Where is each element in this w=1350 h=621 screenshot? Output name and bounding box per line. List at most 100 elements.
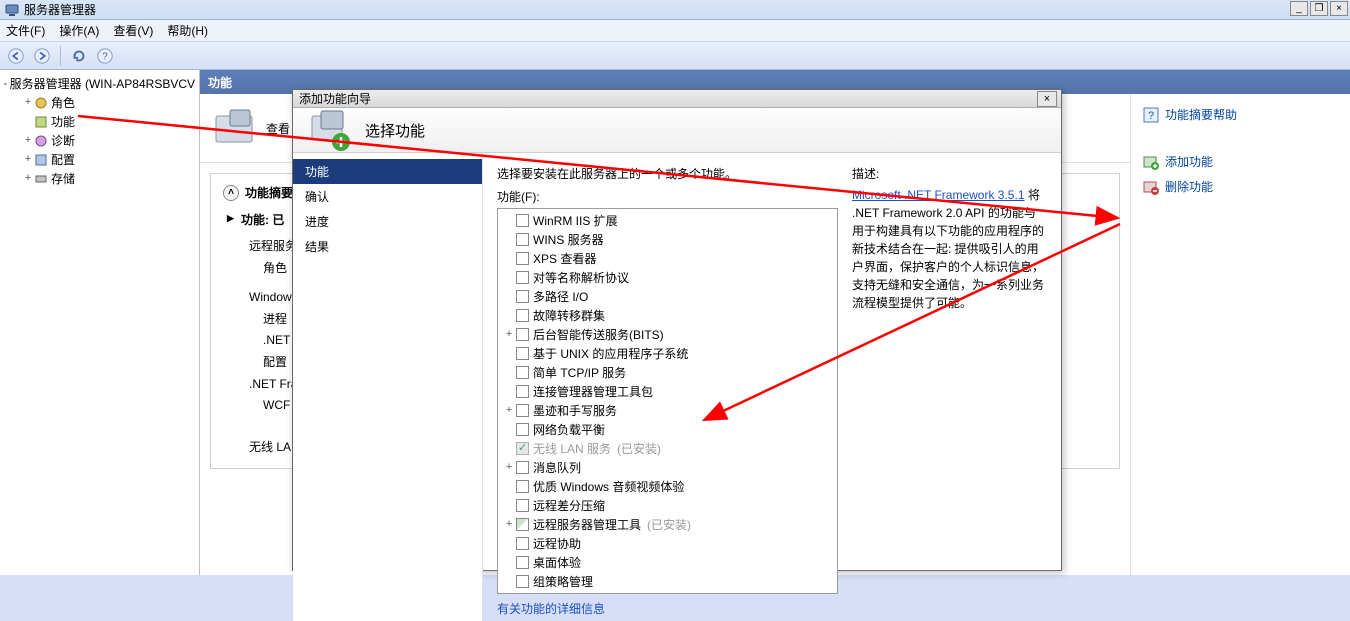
svg-text:?: ? xyxy=(1148,110,1154,122)
feature-checkbox[interactable] xyxy=(516,404,529,417)
feature-label: 墨迹和手写服务 xyxy=(533,402,617,419)
toolbar-separator xyxy=(60,46,61,66)
roles-icon xyxy=(34,96,48,110)
back-icon[interactable] xyxy=(6,46,26,66)
desc-label: 描述: xyxy=(852,165,1047,182)
feature-tree-item[interactable]: 连接管理器管理工具包 xyxy=(500,382,835,401)
close-window-button[interactable]: × xyxy=(1330,1,1348,16)
feature-tree-item[interactable]: 故障转移群集 xyxy=(500,306,835,325)
expand-toggle[interactable]: + xyxy=(502,329,516,341)
tree-root[interactable]: 服务器管理器 (WIN-AP84RSBVCV xyxy=(2,74,197,93)
feature-checkbox[interactable] xyxy=(516,423,529,436)
feature-checkbox[interactable] xyxy=(516,271,529,284)
help-square-icon: ? xyxy=(1143,107,1159,123)
feature-tree-item[interactable]: 网络负载平衡 xyxy=(500,420,835,439)
feature-label: 连接管理器管理工具包 xyxy=(533,383,653,400)
feature-checkbox[interactable] xyxy=(516,556,529,569)
wizard-instruction: 选择要安装在此服务器上的一个或多个功能。 xyxy=(497,165,838,182)
wizard-description: 描述: Microsoft .NET Framework 3.5.1 将 .NE… xyxy=(852,165,1047,617)
feature-tree-item[interactable]: 桌面体验 xyxy=(500,553,835,572)
tree-roles[interactable]: +角色 xyxy=(20,93,197,112)
config-icon xyxy=(34,153,48,167)
feature-tree-item[interactable]: +消息队列 xyxy=(500,458,835,477)
feature-checkbox[interactable] xyxy=(516,347,529,360)
menu-view[interactable]: 查看(V) xyxy=(113,22,153,39)
nav-tree[interactable]: 服务器管理器 (WIN-AP84RSBVCV +角色 功能 +诊断 +配置 +存… xyxy=(0,70,200,575)
feature-label: 对等名称解析协议 xyxy=(533,269,629,286)
feature-tree-item[interactable]: 基于 UNIX 的应用程序子系统 xyxy=(500,344,835,363)
tree-storage[interactable]: +存储 xyxy=(20,169,197,188)
tree-config[interactable]: +配置 xyxy=(20,150,197,169)
expand-toggle[interactable]: + xyxy=(502,405,516,417)
feature-tree-item[interactable]: + 墨迹和手写服务 xyxy=(500,401,835,420)
feature-checkbox[interactable] xyxy=(516,233,529,246)
refresh-icon[interactable] xyxy=(69,46,89,66)
feature-checkbox[interactable] xyxy=(516,214,529,227)
feature-tree-item[interactable]: 多路径 I/O xyxy=(500,287,835,306)
feature-checkbox[interactable] xyxy=(516,518,529,531)
feature-checkbox[interactable] xyxy=(516,366,529,379)
right-actions: ? 功能摘要帮助 添加功能 删除功能 xyxy=(1130,94,1350,575)
feature-tree-item[interactable]: 无线 LAN 服务(已安装) xyxy=(500,439,835,458)
wizard-nav-results[interactable]: 结果 xyxy=(293,234,482,259)
help-link[interactable]: ? 功能摘要帮助 xyxy=(1143,102,1338,127)
menu-file[interactable]: 文件(F) xyxy=(6,22,45,39)
restore-button[interactable]: ❐ xyxy=(1310,1,1328,16)
feature-tree-item[interactable]: 远程协助 xyxy=(500,534,835,553)
feature-checkbox[interactable] xyxy=(516,252,529,265)
more-features-link[interactable]: 有关功能的详细信息 xyxy=(497,600,838,617)
remove-icon xyxy=(1143,179,1159,195)
feature-label: 远程协助 xyxy=(533,535,581,552)
desc-link[interactable]: Microsoft .NET Framework 3.5.1 xyxy=(852,188,1025,202)
feature-checkbox[interactable] xyxy=(516,480,529,493)
tree-diagnostics[interactable]: +诊断 xyxy=(20,131,197,150)
feature-tree[interactable]: WinRM IIS 扩展WINS 服务器XPS 查看器对等名称解析协议多路径 I… xyxy=(497,208,838,594)
wizard-title: 添加功能向导 xyxy=(299,90,371,107)
menu-help[interactable]: 帮助(H) xyxy=(167,22,208,39)
wizard-header: 选择功能 xyxy=(293,108,1061,153)
add-features-wizard: 添加功能向导 × 选择功能 功能 确认 进度 结果 选择要安装在此服务器上的一个… xyxy=(292,89,1062,571)
feature-tree-item[interactable]: WINS 服务器 xyxy=(500,230,835,249)
feature-label: 远程服务器管理工具 xyxy=(533,516,641,533)
remove-features-link[interactable]: 删除功能 xyxy=(1143,174,1338,199)
feature-checkbox[interactable] xyxy=(516,328,529,341)
feature-label: 简单 TCP/IP 服务 xyxy=(533,364,626,381)
wizard-nav-confirm[interactable]: 确认 xyxy=(293,184,482,209)
feature-checkbox[interactable] xyxy=(516,499,529,512)
feature-checkbox[interactable] xyxy=(516,290,529,303)
tree-features[interactable]: 功能 xyxy=(20,112,197,131)
feature-tree-item[interactable]: 简单 TCP/IP 服务 xyxy=(500,363,835,382)
search-label: 查看 xyxy=(266,120,290,137)
expand-toggle[interactable]: + xyxy=(502,519,516,531)
feature-checkbox[interactable] xyxy=(516,575,529,588)
menubar: 文件(F) 操作(A) 查看(V) 帮助(H) xyxy=(0,20,1350,42)
feature-checkbox[interactable] xyxy=(516,537,529,550)
minimize-button[interactable]: _ xyxy=(1290,1,1308,16)
feature-tree-item[interactable]: 优质 Windows 音频视频体验 xyxy=(500,477,835,496)
feature-checkbox[interactable] xyxy=(516,461,529,474)
feature-tree-item[interactable]: +远程服务器管理工具(已安装) xyxy=(500,515,835,534)
wizard-titlebar[interactable]: 添加功能向导 × xyxy=(293,90,1061,108)
add-icon xyxy=(1143,154,1159,170)
server-manager-icon xyxy=(4,2,20,18)
installed-badge: (已安装) xyxy=(617,440,661,457)
menu-action[interactable]: 操作(A) xyxy=(59,22,99,39)
feature-checkbox[interactable] xyxy=(516,309,529,322)
feature-tree-item[interactable]: 远程差分压缩 xyxy=(500,496,835,515)
feature-tree-item[interactable]: 对等名称解析协议 xyxy=(500,268,835,287)
feature-label: WinRM IIS 扩展 xyxy=(533,212,618,229)
forward-icon[interactable] xyxy=(32,46,52,66)
feature-tree-item[interactable]: XPS 查看器 xyxy=(500,249,835,268)
feature-checkbox[interactable] xyxy=(516,385,529,398)
collapse-icon[interactable]: ˄ xyxy=(223,185,239,201)
expand-toggle[interactable]: + xyxy=(502,462,516,474)
wizard-icon xyxy=(307,108,351,152)
wizard-nav-features[interactable]: 功能 xyxy=(293,159,482,184)
summary-title: 功能摘要 xyxy=(245,184,293,201)
add-features-link[interactable]: 添加功能 xyxy=(1143,149,1338,174)
feature-tree-item[interactable]: WinRM IIS 扩展 xyxy=(500,211,835,230)
help-icon[interactable]: ? xyxy=(95,46,115,66)
feature-tree-item[interactable]: +后台智能传送服务(BITS) xyxy=(500,325,835,344)
wizard-nav-progress[interactable]: 进度 xyxy=(293,209,482,234)
wizard-close-button[interactable]: × xyxy=(1037,91,1057,107)
